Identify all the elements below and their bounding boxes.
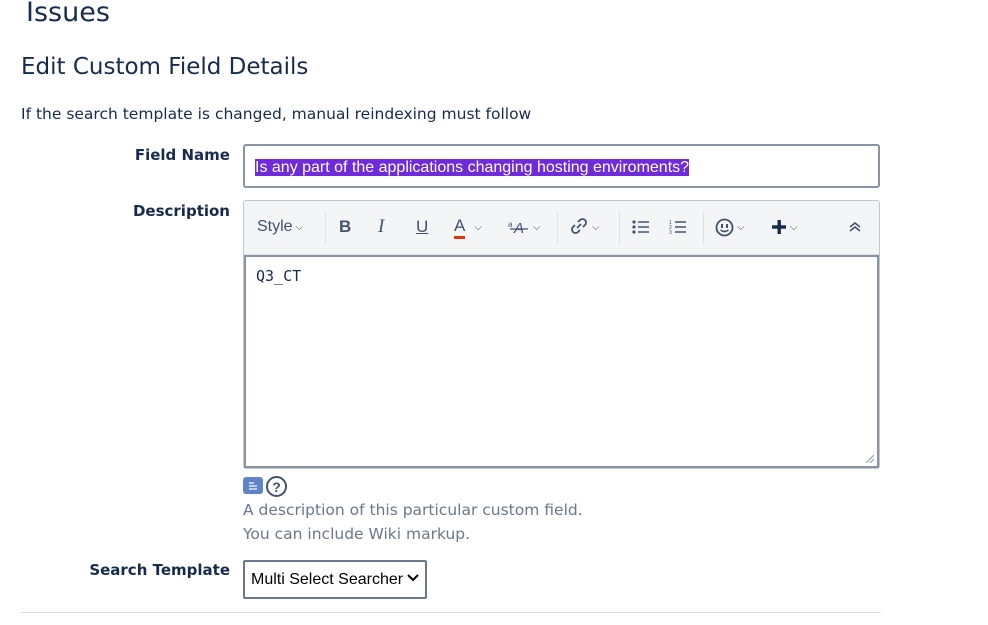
description-textarea[interactable]: Q3_CT — [244, 255, 879, 468]
toolbar-divider — [557, 211, 558, 245]
style-label: Style — [257, 218, 293, 235]
search-template-value: Multi Select Searcher — [251, 571, 404, 588]
text-effects-icon: a A — [508, 220, 528, 236]
help-icon[interactable]: ? — [266, 476, 287, 497]
description-editor: Style ⌵ B I U A ⌵ a A ⌵ ⌵ 1 2 3 ⌵ ⌵ Q3_C… — [243, 200, 880, 469]
svg-text:a: a — [508, 220, 513, 229]
form-divider — [21, 612, 881, 613]
field-name-value: Is any part of the applications changing… — [255, 159, 690, 176]
description-label: Description — [132, 202, 230, 220]
chevron-down-icon: ⌵ — [790, 221, 798, 233]
page-heading: Issues — [26, 0, 110, 28]
style-dropdown[interactable]: Style ⌵ — [257, 213, 303, 241]
description-hint: A description of this particular custom … — [243, 501, 583, 519]
wiki-markup-hint: You can include Wiki markup. — [243, 525, 471, 543]
field-name-label: Field Name — [134, 146, 230, 164]
link-button[interactable]: ⌵ — [569, 213, 600, 241]
insert-more-button[interactable]: ⌵ — [771, 213, 798, 241]
field-name-input[interactable]: Is any part of the applications changing… — [243, 144, 880, 188]
chevron-down-icon: ⌵ — [737, 221, 745, 233]
collapse-toolbar-button[interactable] — [848, 213, 862, 241]
collapse-icon — [849, 222, 861, 232]
bullet-list-icon — [632, 220, 649, 234]
toolbar-divider — [325, 211, 326, 245]
underline-button[interactable]: U — [416, 213, 428, 241]
resize-handle-icon[interactable] — [866, 455, 874, 463]
text-effects-button[interactable]: a A ⌵ — [508, 213, 541, 241]
numbered-list-button[interactable]: 1 2 3 — [669, 213, 687, 241]
text-color-button[interactable]: A ⌵ — [454, 213, 482, 241]
editor-toolbar: Style ⌵ B I U A ⌵ a A ⌵ ⌵ 1 2 3 ⌵ ⌵ — [244, 201, 879, 255]
toolbar-divider — [703, 211, 704, 245]
reindex-notice: If the search template is changed, manua… — [21, 105, 532, 123]
numbered-list-icon: 1 2 3 — [669, 220, 686, 235]
plus-icon — [772, 220, 786, 234]
emoji-button[interactable]: ⌵ — [715, 213, 745, 241]
description-value: Q3_CT — [256, 267, 302, 285]
bullet-list-button[interactable] — [632, 213, 650, 241]
chevron-down-icon: ⌵ — [592, 221, 600, 233]
wiki-markup-icon[interactable] — [243, 477, 263, 494]
chevron-down-icon: ⌵ — [533, 221, 541, 233]
italic-button[interactable]: I — [378, 213, 384, 241]
section-title: Edit Custom Field Details — [21, 54, 309, 80]
text-lines-icon — [249, 482, 257, 490]
svg-text:A: A — [513, 220, 524, 236]
svg-text:3: 3 — [669, 230, 672, 235]
emoji-icon — [715, 218, 734, 236]
chevron-down-icon — [407, 574, 419, 582]
search-template-select[interactable]: Multi Select Searcher — [243, 560, 427, 599]
chevron-down-icon: ⌵ — [474, 221, 482, 233]
link-icon — [571, 218, 587, 234]
search-template-label: Search Template — [89, 561, 230, 579]
bold-button[interactable]: B — [339, 213, 351, 241]
chevron-down-icon: ⌵ — [295, 221, 304, 233]
text-color-icon: A — [454, 216, 466, 239]
toolbar-divider — [619, 211, 620, 245]
